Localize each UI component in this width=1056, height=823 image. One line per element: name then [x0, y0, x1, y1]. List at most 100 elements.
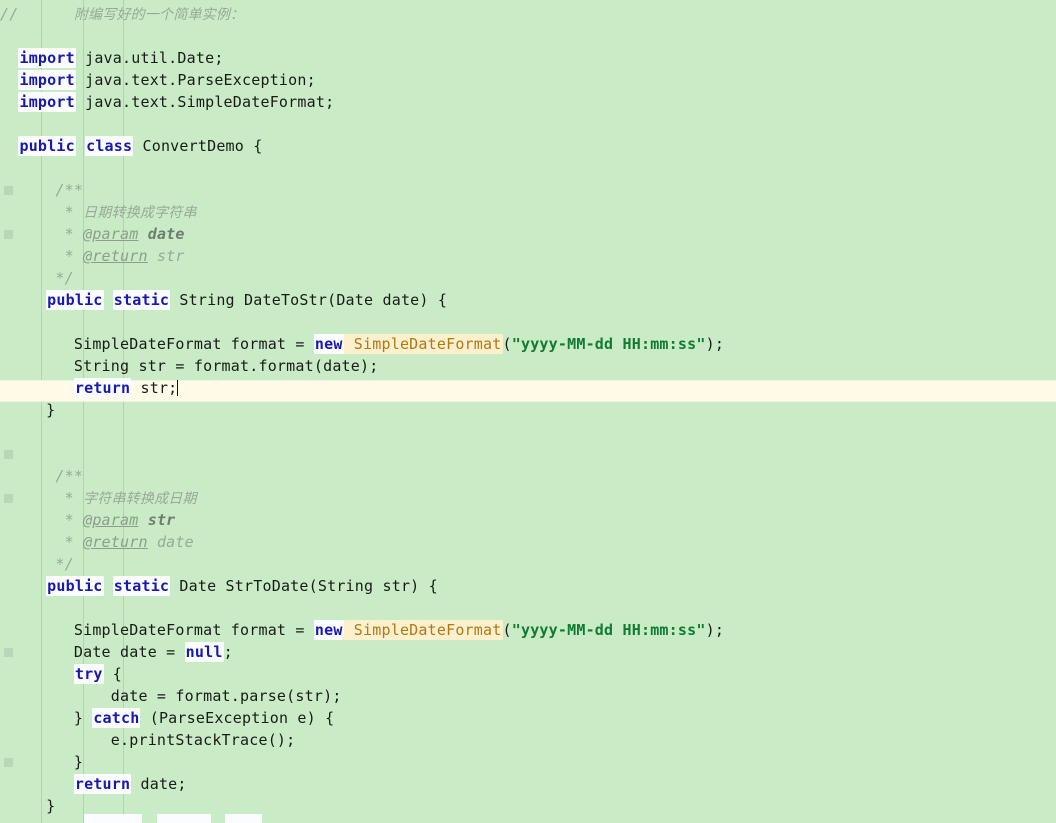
- code-line-method1-body-1[interactable]: SimpleDateFormat format = new SimpleDate…: [0, 333, 1056, 355]
- code-line-import-3[interactable]: import java.text.SimpleDateFormat;: [0, 91, 1056, 113]
- code-line-javadoc-desc[interactable]: * 日期转换成字符串: [0, 201, 1056, 223]
- code-line-javadoc-param[interactable]: * @param date: [0, 223, 1056, 245]
- comment-slashes: //: [0, 5, 19, 23]
- code-line-javadoc2-close[interactable]: */: [0, 553, 1056, 575]
- javadoc-star: *: [64, 511, 84, 529]
- return-value: str;: [131, 379, 178, 397]
- code-line-header-comment[interactable]: // 附编写好的一个简单实例：: [0, 0, 1056, 25]
- javadoc-param-tag: @param: [83, 511, 139, 529]
- string-literal-date-pattern: "yyyy-MM-dd HH:mm:ss": [511, 335, 706, 353]
- code-line-javadoc-open[interactable]: /**: [0, 179, 1056, 201]
- keyword-catch: catch: [92, 708, 141, 728]
- comment-text: 附编写好的一个简单实例：: [73, 7, 245, 23]
- javadoc-open: /**: [55, 467, 84, 485]
- code-line-import-1[interactable]: import java.util.Date;: [0, 47, 1056, 69]
- keyword-import: import: [18, 48, 76, 68]
- string-literal-date-pattern: "yyyy-MM-dd HH:mm:ss": [511, 621, 706, 639]
- javadoc-return-tag: @return: [83, 247, 148, 265]
- method-signature: String DateToStr(Date date) {: [170, 291, 448, 309]
- statement-suffix: ;: [223, 643, 233, 661]
- class-name: ConvertDemo {: [133, 137, 263, 155]
- code-line-method2-body-1[interactable]: SimpleDateFormat format = new SimpleDate…: [0, 619, 1056, 641]
- statement: e.printStackTrace();: [110, 731, 296, 749]
- class-reference-simpledateformat: SimpleDateFormat: [343, 620, 503, 640]
- javadoc-star: *: [64, 203, 84, 221]
- code-line-catch-body[interactable]: e.printStackTrace();: [0, 729, 1056, 751]
- keyword-static: static: [112, 576, 171, 596]
- keyword-public: public: [46, 576, 104, 596]
- keyword-null: null: [184, 642, 224, 662]
- javadoc-star: *: [64, 489, 84, 507]
- javadoc-star: *: [64, 247, 84, 265]
- code-line-javadoc2-return[interactable]: * @return date: [0, 531, 1056, 553]
- keyword-new: new: [313, 334, 344, 354]
- catch-closing-brace: }: [73, 709, 93, 727]
- code-lines[interactable]: // 附编写好的一个简单实例： import java.util.Date; i…: [0, 0, 1056, 817]
- keyword-static: static: [112, 290, 171, 310]
- code-line-method1-signature[interactable]: public static String DateToStr(Date date…: [0, 289, 1056, 311]
- javadoc-close: */: [55, 555, 74, 573]
- code-line-method2-body-2[interactable]: Date date = null;: [0, 641, 1056, 663]
- keyword-return: return: [73, 774, 132, 794]
- code-line-try[interactable]: try {: [0, 663, 1056, 685]
- statement-prefix: SimpleDateFormat format =: [73, 335, 314, 353]
- code-line-import-2[interactable]: import java.text.ParseException;: [0, 69, 1056, 91]
- keyword-new: new: [313, 620, 344, 640]
- keyword-public: public: [46, 290, 104, 310]
- javadoc-return-tag: @return: [83, 533, 148, 551]
- javadoc-open: /**: [55, 181, 84, 199]
- closing-brace: }: [46, 401, 56, 419]
- code-line-javadoc2-param[interactable]: * @param str: [0, 509, 1056, 531]
- javadoc-return-name: str: [147, 247, 185, 265]
- keyword-return: return: [73, 378, 132, 398]
- paren-close: );: [705, 335, 725, 353]
- code-line-javadoc2-desc[interactable]: * 字符串转换成日期: [0, 487, 1056, 509]
- keyword-class: class: [85, 136, 134, 156]
- text-cursor: [177, 380, 179, 396]
- code-line-method2-close[interactable]: }: [0, 795, 1056, 817]
- keyword-public: public: [18, 136, 76, 156]
- code-line-javadoc-return[interactable]: * @return str: [0, 245, 1056, 267]
- method-signature: Date StrToDate(String str) {: [170, 577, 438, 595]
- code-line-class-declaration[interactable]: public class ConvertDemo {: [0, 135, 1056, 157]
- keyword-import: import: [18, 70, 76, 90]
- code-line-method2-signature[interactable]: public static Date StrToDate(String str)…: [0, 575, 1056, 597]
- code-line-javadoc2-open[interactable]: /**: [0, 465, 1056, 487]
- return-value: date;: [131, 775, 187, 793]
- closing-brace: }: [73, 753, 84, 771]
- code-line-method1-return[interactable]: return str;: [0, 377, 1056, 399]
- code-line-method1-close[interactable]: }: [0, 399, 1056, 421]
- paren-open: (: [502, 621, 512, 639]
- code-line-catch-close[interactable]: }: [0, 751, 1056, 773]
- javadoc-close: */: [55, 269, 74, 287]
- catch-params: (ParseException e) {: [140, 709, 335, 727]
- keyword-import: import: [18, 92, 76, 112]
- code-line-javadoc-close[interactable]: */: [0, 267, 1056, 289]
- statement-prefix: SimpleDateFormat format =: [73, 621, 314, 639]
- javadoc-description: 日期转换成字符串: [83, 205, 197, 221]
- javadoc-star: *: [64, 533, 84, 551]
- statement-prefix: Date date =: [73, 643, 185, 661]
- code-line-catch[interactable]: } catch (ParseException e) {: [0, 707, 1056, 729]
- class-reference-simpledateformat: SimpleDateFormat: [343, 334, 503, 354]
- javadoc-param-name: date: [138, 225, 185, 243]
- closing-brace: }: [46, 797, 56, 815]
- import-path: java.text.ParseException;: [75, 71, 316, 89]
- code-editor[interactable]: // 附编写好的一个简单实例： import java.util.Date; i…: [0, 0, 1056, 823]
- javadoc-description: 字符串转换成日期: [83, 491, 197, 507]
- paren-close: );: [705, 621, 725, 639]
- import-path: java.text.SimpleDateFormat;: [75, 93, 335, 111]
- code-line-method1-body-2[interactable]: String str = format.format(date);: [0, 355, 1056, 377]
- code-line-method2-return[interactable]: return date;: [0, 773, 1056, 795]
- javadoc-star: *: [64, 225, 84, 243]
- code-line-try-body[interactable]: date = format.parse(str);: [0, 685, 1056, 707]
- javadoc-param-name: str: [138, 511, 176, 529]
- statement: date = format.parse(str);: [110, 687, 342, 705]
